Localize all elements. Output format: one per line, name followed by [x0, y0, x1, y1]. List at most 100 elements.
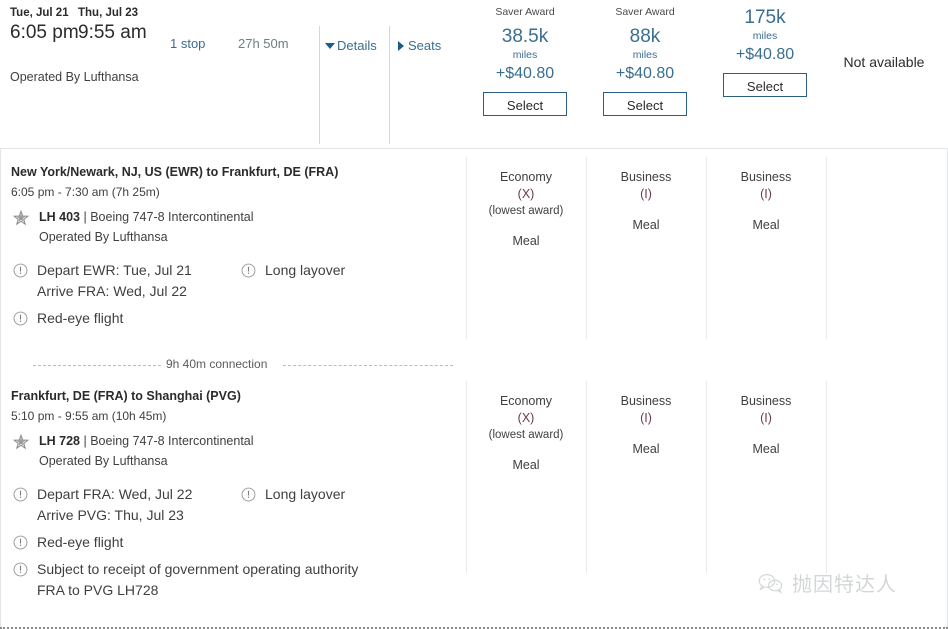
segment-operated-by: Operated By Lufthansa: [39, 453, 461, 470]
note-depart-arrive: Depart FRA: Wed, Jul 22 Arrive PVG: Thu,…: [11, 484, 461, 526]
alert-circle-icon: [13, 311, 28, 326]
segment-flight-row: LH 403 | Boeing 747-8 Intercontinental O…: [11, 209, 461, 246]
connection-dash-right: [283, 365, 453, 366]
cabin-code: (X): [466, 186, 586, 203]
not-available-label: Not available: [825, 54, 943, 70]
segment-aircraft: Boeing 747-8 Intercontinental: [90, 434, 253, 448]
cabin-code: (I): [586, 410, 706, 427]
depart-time: 6:05 pm: [10, 20, 79, 45]
select-button[interactable]: Select: [603, 92, 687, 116]
note-line-1: Red-eye flight: [37, 532, 461, 553]
segment-aircraft: Boeing 747-8 Intercontinental: [90, 210, 253, 224]
note-long-layover: Long layover: [239, 260, 345, 281]
fare-column-first: Not available: [825, 0, 943, 70]
wechat-icon: [758, 572, 784, 594]
segment-operated-by: Operated By Lufthansa: [39, 229, 461, 246]
segment-flight-info: LH 728 | Boeing 747-8 Intercontinental: [39, 433, 461, 450]
segment-1-notes: Depart EWR: Tue, Jul 21 Arrive FRA: Wed,…: [11, 260, 461, 329]
fare-kicker: Saver Award: [585, 5, 705, 19]
cabin-meal: Meal: [706, 441, 826, 458]
cabin-cell-business-2: Business (I) Meal: [706, 393, 826, 458]
segment-route: Frankfurt, DE (FRA) to Shanghai (PVG): [11, 387, 461, 405]
segment-1-info: New York/Newark, NJ, US (EWR) to Frankfu…: [11, 163, 461, 335]
select-button[interactable]: Select: [483, 92, 567, 116]
cabin-cell-economy: Economy (X) (lowest award) Meal: [466, 169, 586, 250]
fare-cash: +$40.80: [465, 63, 585, 85]
summary-operated-by: Operated By Lufthansa: [10, 70, 139, 84]
cabin-cell-business-2: Business (I) Meal: [706, 169, 826, 234]
seats-toggle[interactable]: Seats: [398, 38, 441, 53]
itinerary-summary: Tue, Jul 21 6:05 pm Thu, Jul 23 9:55 am …: [0, 0, 948, 144]
segment-separator: |: [80, 210, 90, 224]
connection-separator: 9h 40m connection: [11, 357, 453, 373]
cabin-cell-economy: Economy (X) (lowest award) Meal: [466, 393, 586, 474]
fare-kicker: Saver Award: [465, 5, 585, 19]
alert-circle-icon: [13, 487, 28, 502]
cabin-name: Business: [706, 393, 826, 410]
cabin-sub: (lowest award): [466, 203, 586, 219]
fare-miles-unit: miles: [465, 49, 585, 61]
total-duration: 27h 50m: [238, 36, 289, 51]
note-red-eye: Red-eye flight: [11, 308, 461, 329]
fare-column-economy-saver: Saver Award 38.5k miles +$40.80 Select: [465, 0, 585, 116]
segment-flight-number: LH 728: [39, 434, 80, 448]
fare-miles-unit: miles: [705, 30, 825, 42]
cabin-cell-business-1: Business (I) Meal: [586, 393, 706, 458]
note-line-2: Arrive PVG: Thu, Jul 23: [37, 505, 461, 526]
watermark: 抛因特达人: [758, 568, 897, 597]
cabin-code: (I): [706, 186, 826, 203]
fare-miles: 175k: [705, 6, 825, 30]
alert-circle-icon: [13, 535, 28, 550]
star-alliance-icon: [13, 434, 29, 450]
cabin-code: (I): [706, 410, 826, 427]
cabin-name: Economy: [466, 169, 586, 186]
arrive-day: Thu, Jul 23: [78, 6, 147, 20]
cabin-name: Business: [586, 169, 706, 186]
details-toggle[interactable]: Details: [325, 38, 377, 53]
fare-miles: 88k: [585, 25, 705, 49]
connection-duration: 9h 40m connection: [166, 357, 267, 371]
segment-times: 5:10 pm - 9:55 am (10h 45m): [11, 407, 461, 425]
segment-route: New York/Newark, NJ, US (EWR) to Frankfu…: [11, 163, 461, 181]
cabin-code: (X): [466, 410, 586, 427]
select-button[interactable]: Select: [723, 73, 807, 97]
cabin-cell-business-1: Business (I) Meal: [586, 169, 706, 234]
summary-left: Tue, Jul 21 6:05 pm Thu, Jul 23 9:55 am …: [10, 0, 320, 52]
cabin-name: Business: [706, 169, 826, 186]
cabin-meal: Meal: [586, 441, 706, 458]
segment-flight-info: LH 403 | Boeing 747-8 Intercontinental: [39, 209, 461, 226]
fare-miles-unit: miles: [585, 49, 705, 61]
flight-details-panel: New York/Newark, NJ, US (EWR) to Frankfu…: [0, 148, 948, 629]
connection-dash-left: [33, 365, 161, 366]
cabin-name: Economy: [466, 393, 586, 410]
fare-column-business-standard: 175k miles +$40.80 Select: [705, 0, 825, 97]
star-alliance-icon: [13, 210, 29, 226]
bottom-edge: [0, 625, 948, 629]
alert-circle-icon: [241, 487, 256, 502]
note-long-layover: Long layover: [239, 484, 345, 505]
watermark-text: 抛因特达人: [792, 568, 897, 597]
fare-cash: +$40.80: [705, 44, 825, 66]
note-inline-label: Long layover: [265, 262, 345, 278]
cabin-meal: Meal: [586, 217, 706, 234]
column-divider: [826, 157, 827, 339]
segment-2-info: Frankfurt, DE (FRA) to Shanghai (PVG) 5:…: [11, 387, 461, 607]
cabin-sub: (lowest award): [466, 427, 586, 443]
cabin-meal: Meal: [466, 233, 586, 250]
chevron-right-icon: [398, 41, 404, 51]
arrive-time: 9:55 am: [78, 20, 147, 45]
arrive-block: Thu, Jul 23 9:55 am: [78, 6, 147, 45]
cabin-code: (I): [586, 186, 706, 203]
segment-separator: |: [80, 434, 90, 448]
details-tab-panel: Details: [319, 26, 390, 144]
chevron-down-icon: [325, 43, 335, 49]
depart-day: Tue, Jul 21: [10, 6, 79, 20]
segment-2-notes: Depart FRA: Wed, Jul 22 Arrive PVG: Thu,…: [11, 484, 461, 601]
fare-cash: +$40.80: [585, 63, 705, 85]
cabin-meal: Meal: [706, 217, 826, 234]
segment-flight-number: LH 403: [39, 210, 80, 224]
note-line-2: FRA to PVG LH728: [37, 580, 461, 601]
segment-flight-row: LH 728 | Boeing 747-8 Intercontinental O…: [11, 433, 461, 470]
stops-link[interactable]: 1 stop: [170, 36, 205, 51]
alert-circle-icon: [13, 562, 28, 577]
